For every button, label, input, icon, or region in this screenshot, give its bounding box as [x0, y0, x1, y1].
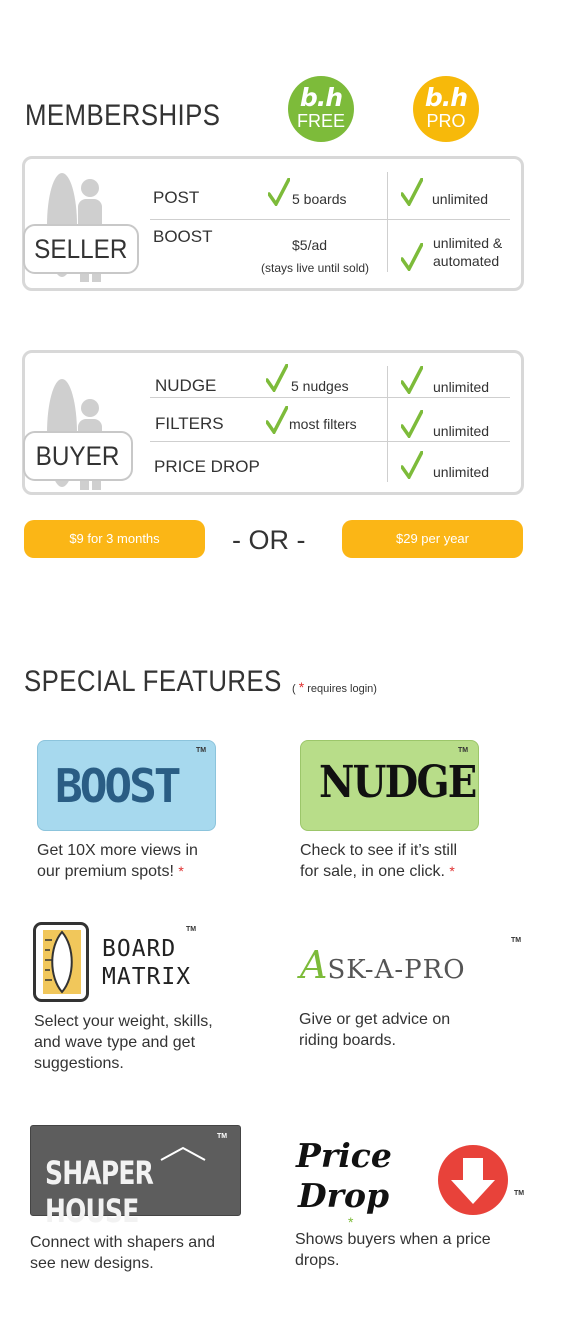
boost-free-note: (stays live until sold) — [261, 261, 370, 275]
post-pro-value: unlimited — [432, 191, 489, 207]
pro-tier-badge: b.h PRO — [413, 76, 479, 142]
boost-feature-label: BOOST — [153, 227, 213, 246]
trademark-mark: TM — [196, 747, 207, 754]
post-free-value: 5 boards — [292, 191, 347, 207]
filters-pro-value: unlimited — [433, 423, 490, 439]
seller-role-label: SELLER — [23, 224, 139, 274]
boost-description: Get 10X more views in our premium spots!… — [37, 842, 198, 880]
board-matrix-description: Select your weight, skills, and wave typ… — [34, 1013, 213, 1072]
memberships-title: MEMBERSHIPS — [25, 99, 221, 132]
buyer-role-label: BUYER — [23, 431, 133, 481]
required-star-icon: * — [298, 679, 305, 695]
green-star-icon: * — [348, 1214, 354, 1230]
bh-logo: b.h — [299, 83, 343, 112]
nudge-free-value: 5 nudges — [291, 378, 349, 394]
check-icon — [401, 243, 423, 271]
nudge-logo: NUDGE TM — [300, 740, 479, 831]
free-tier-badge: b.h FREE — [288, 76, 354, 142]
trademark-mark: TM — [217, 1133, 228, 1140]
boost-free-value: $5/ad — [292, 237, 328, 253]
board-matrix-icon — [33, 922, 89, 1002]
required-star-icon: * — [178, 863, 184, 879]
pro-tier-label: PRO — [426, 111, 466, 131]
price-drop-feature-label: PRICE DROP — [154, 457, 260, 476]
price-drop-logo-text: Price Drop — [296, 1136, 392, 1215]
shaper-house-logo-text: SHAPER HOUSE — [45, 1154, 154, 1230]
trademark-mark: TM — [458, 747, 469, 754]
required-star-icon: * — [449, 863, 455, 879]
check-icon — [268, 178, 290, 206]
down-arrow-icon — [438, 1145, 508, 1215]
boost-logo: BOOST TM — [37, 740, 216, 831]
ask-a-pro-logo: ASK-A-PRO — [300, 943, 466, 987]
trademark-mark: TM — [186, 926, 197, 933]
shaper-house-description: Connect with shapers and see new designs… — [30, 1234, 215, 1272]
free-tier-label: FREE — [296, 111, 345, 131]
filters-feature-label: FILTERS — [155, 414, 224, 433]
nudge-description: Check to see if it’s still for sale, in … — [300, 842, 458, 880]
boost-logo-text: BOOST — [55, 759, 181, 813]
column-divider — [387, 366, 388, 482]
three-month-plan-button[interactable]: $9 for 3 months — [24, 520, 205, 558]
board-matrix-logo-text: BOARD MATRIX — [102, 936, 192, 990]
login-note: ( * requires login) — [292, 679, 377, 695]
boost-pro-value-line1: unlimited & — [433, 235, 503, 251]
post-feature-label: POST — [153, 188, 200, 207]
check-icon — [401, 410, 423, 438]
check-icon — [266, 406, 288, 434]
yearly-plan-button[interactable]: $29 per year — [342, 520, 523, 558]
check-icon — [401, 451, 423, 479]
trademark-mark: TM — [511, 937, 522, 944]
filters-free-value: most filters — [289, 416, 357, 432]
shaper-house-logo: SHAPER HOUSE TM — [30, 1125, 241, 1230]
price-drop-description: Shows buyers when a price drops. — [295, 1231, 491, 1269]
nudge-feature-label: NUDGE — [155, 376, 217, 395]
trademark-mark: TM — [514, 1190, 525, 1197]
special-features-title: SPECIAL FEATURES — [24, 665, 282, 698]
bh-logo: b.h — [424, 83, 468, 112]
or-separator: - OR - — [232, 525, 306, 555]
price-drop-pro-value: unlimited — [433, 464, 490, 480]
column-divider — [387, 172, 388, 272]
row-divider — [150, 397, 510, 398]
boost-pro-value-line2: automated — [433, 253, 500, 269]
nudge-logo-text: NUDGE — [319, 757, 477, 808]
check-icon — [401, 366, 423, 394]
row-divider — [150, 219, 510, 220]
nudge-pro-value: unlimited — [433, 379, 490, 395]
check-icon — [401, 178, 423, 206]
row-divider — [150, 441, 510, 442]
check-icon — [266, 364, 288, 392]
ask-a-pro-description: Give or get advice on riding boards. — [299, 1011, 451, 1049]
